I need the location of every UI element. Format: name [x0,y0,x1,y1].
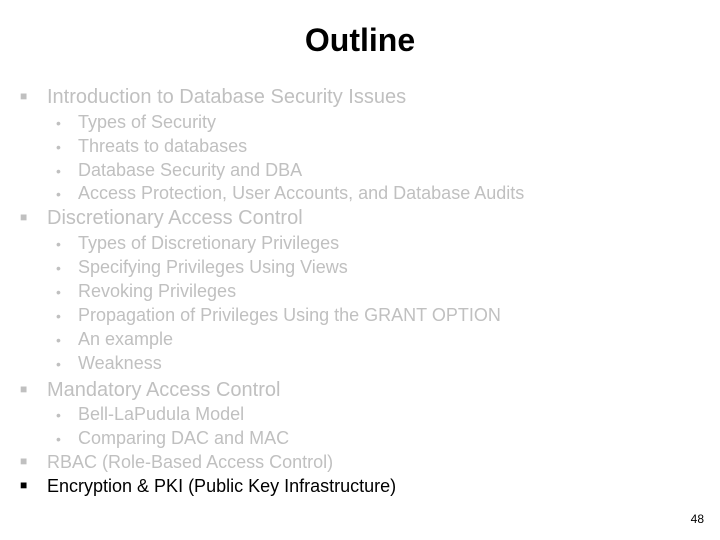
dot-bullet-icon: • [56,115,61,131]
outline-subitem-label: Types of Discretionary Privileges [78,233,340,253]
dot-bullet-icon: • [56,284,61,300]
outline-subitem-label: Specifying Privileges Using Views [78,257,348,277]
outline-item-label: Encryption & PKI (Public Key Infrastruct… [47,476,397,496]
dot-bullet-icon: • [56,260,61,276]
dot-bullet-icon: • [56,308,61,324]
outline-subitem: • Bell-LaPudula Model [56,404,244,425]
square-bullet-icon: ■ [20,454,28,468]
outline-subitem-label: Access Protection, User Accounts, and Da… [78,183,525,203]
outline-subitem: • An example [56,329,173,350]
outline-subitem-label: Propagation of Privileges Using the GRAN… [78,305,501,325]
outline-subitem: • Revoking Privileges [56,281,236,302]
outline-subitem-label: Weakness [78,353,162,373]
outline-item-label: RBAC (Role-Based Access Control) [47,452,334,472]
outline-item-label: Mandatory Access Control [47,379,281,401]
dot-bullet-icon: • [56,431,61,447]
outline-subitem-label: Revoking Privileges [78,281,237,301]
outline-subitem: • Database Security and DBA [56,160,302,181]
outline-item-mac: ■ Mandatory Access Control [20,379,280,402]
outline-subitem-label: Comparing DAC and MAC [78,428,290,448]
outline-item-dac: ■ Discretionary Access Control [20,207,303,230]
dot-bullet-icon: • [56,163,61,179]
outline-subitem: • Threats to databases [56,136,247,157]
dot-bullet-icon: • [56,139,61,155]
outline-subitem-label: Threats to databases [78,136,248,156]
outline-subitem: • Weakness [56,353,162,374]
page-number: 48 [690,512,704,526]
outline-subitem-label: An example [78,329,174,349]
outline-item-rbac: ■ RBAC (Role-Based Access Control) [20,452,333,473]
dot-bullet-icon: • [56,356,61,372]
outline-subitem: • Types of Discretionary Privileges [56,233,339,254]
outline-item-intro: ■ Introduction to Database Security Issue… [20,86,406,109]
outline-subitem-label: Database Security and DBA [78,160,303,180]
outline-item-label: Introduction to Database Security Issues [47,86,407,108]
outline-subitem: • Specifying Privileges Using Views [56,257,348,278]
outline-subitem: • Propagation of Privileges Using the GRA… [56,305,501,326]
outline-item-label: Discretionary Access Control [47,207,303,229]
outline-item-encryption-pki: ■ Encryption & PKI (Public Key Infrastruc… [20,476,396,497]
outline-subitem: • Access Protection, User Accounts, and D… [56,183,524,204]
dot-bullet-icon: • [56,407,61,423]
outline-subitem: • Comparing DAC and MAC [56,428,289,449]
dot-bullet-icon: • [56,186,61,202]
square-bullet-icon: ■ [20,210,28,224]
square-bullet-icon: ■ [20,89,28,103]
outline-subitem-label: Types of Security [78,112,217,132]
outline-subitem-label: Bell-LaPudula Model [78,404,245,424]
outline-subitem: • Types of Security [56,112,216,133]
square-bullet-icon: ■ [20,478,28,492]
dot-bullet-icon: • [56,236,61,252]
square-bullet-icon: ■ [20,382,28,396]
dot-bullet-icon: • [56,332,61,348]
slide-title: Outline [304,22,416,58]
